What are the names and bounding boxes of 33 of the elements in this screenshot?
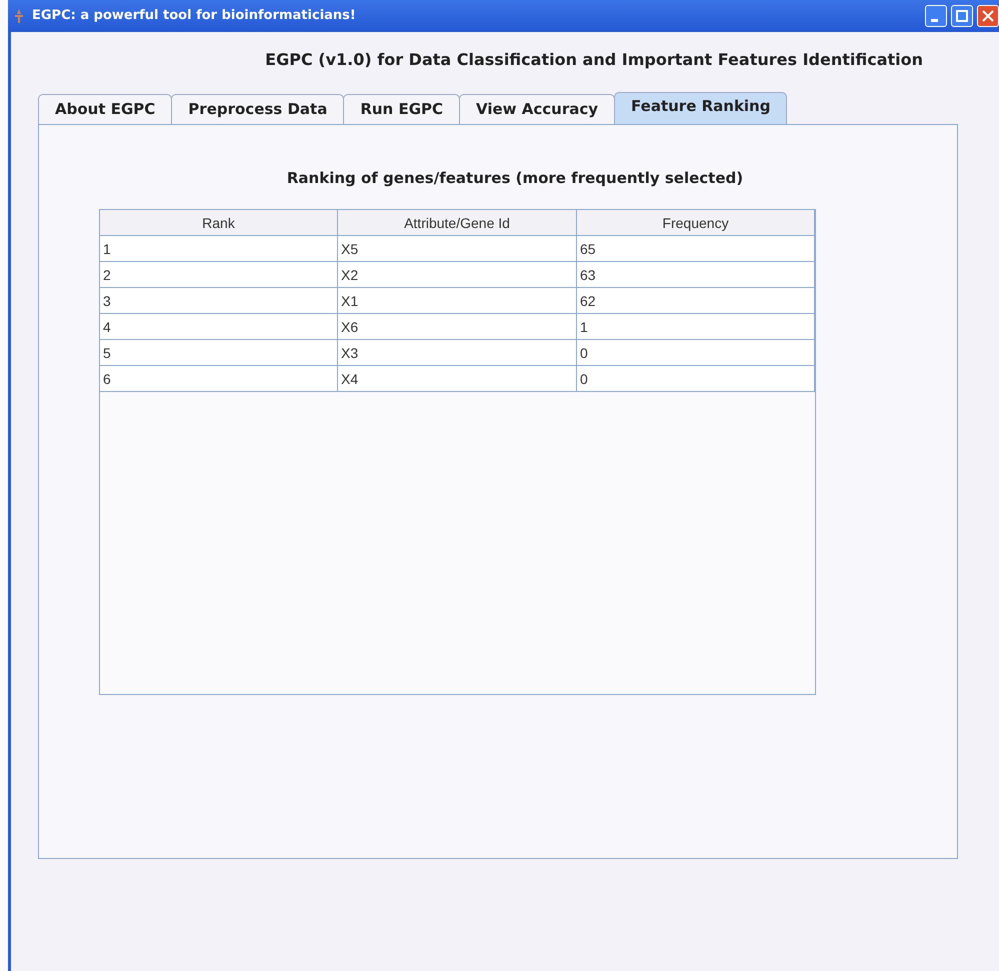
app-icon [12,8,26,24]
minimize-icon [931,18,938,22]
column-header[interactable]: Attribute/Gene Id [338,210,577,236]
table-cell: X1 [338,288,577,314]
table-cell: X5 [338,236,577,262]
column-header[interactable]: Rank [100,210,338,236]
table-cell: X6 [338,314,577,340]
table-cell: 0 [577,340,815,366]
table-cell: 3 [100,288,338,314]
window-title: EGPC: a powerful tool for bioinformaticians! [32,7,356,26]
column-header[interactable]: Frequency [577,210,815,236]
table-cell: 1 [100,236,338,262]
table-cell: 5 [100,340,338,366]
table-cell: 65 [577,236,815,262]
table-cell: 2 [100,262,338,288]
table-cell: 62 [577,288,815,314]
table-cell: X4 [338,366,577,392]
maximize-icon [956,10,968,22]
table-cell: 0 [577,366,815,392]
table-cell: 1 [577,314,815,340]
table-cell: X3 [338,340,577,366]
table-cell: X2 [338,262,577,288]
close-button[interactable] [977,5,999,27]
table-cell: 6 [100,366,338,392]
tab[interactable]: Feature Ranking [614,92,788,124]
close-icon [982,10,994,22]
tab[interactable]: About EGPC [38,94,172,124]
minimize-button[interactable] [925,5,947,27]
table-cell: 4 [100,314,338,340]
maximize-button[interactable] [951,5,973,27]
table-cell: 63 [577,262,815,288]
app-heading: EGPC (v1.0) for Data Classification and Important Features Identification [265,50,923,69]
panel-title: Ranking of genes/features (more frequently selected) [286,168,744,188]
